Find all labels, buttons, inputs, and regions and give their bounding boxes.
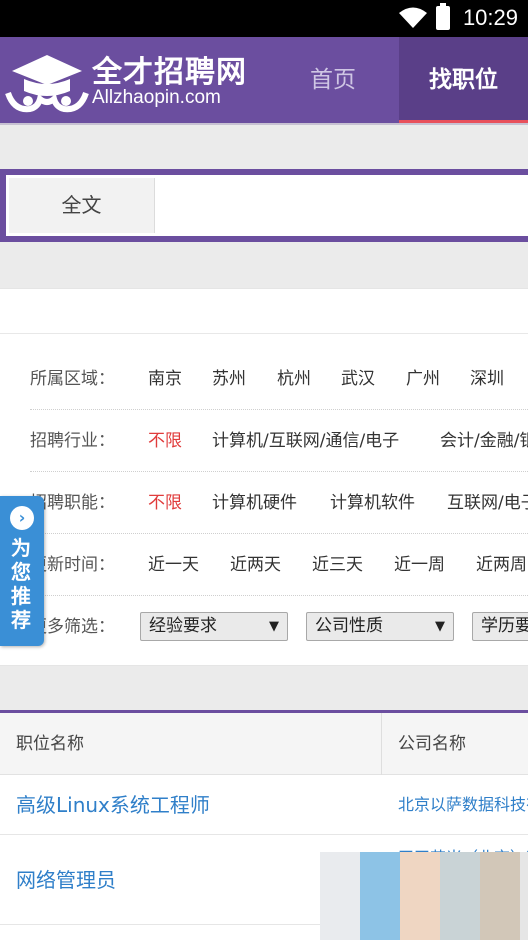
filter-label-area: 所属区域： — [30, 369, 115, 389]
time-option[interactable]: 近三天 — [312, 534, 363, 595]
blurred-overlay — [440, 852, 480, 940]
area-option[interactable]: 杭州 — [277, 348, 311, 409]
experience-select-value: 经验要求 — [149, 616, 217, 636]
filter-list: 所属区域： 南京 苏州 杭州 武汉 广州 深圳 招聘行业： 不限 计算机/互联网… — [0, 333, 528, 641]
function-option[interactable]: 计算机软件 — [330, 472, 415, 533]
column-job-title: 职位名称 — [16, 734, 84, 754]
education-select[interactable]: 学历要求 — [472, 612, 528, 641]
chevron-right-icon: › — [10, 506, 34, 530]
company-type-select-value: 公司性质 — [315, 616, 383, 636]
logo-text-en: Allzhaopin.com — [92, 87, 221, 108]
job-title-link[interactable]: 高级Linux系统工程师 — [16, 775, 210, 834]
column-company: 公司名称 — [398, 734, 466, 754]
dropdown-arrow-icon: ▼ — [435, 619, 445, 634]
dropdown-arrow-icon: ▼ — [269, 619, 279, 634]
education-select-value: 学历要求 — [481, 616, 528, 636]
area-option[interactable]: 南京 — [148, 348, 182, 409]
status-time: 10:29 — [462, 5, 518, 30]
recommend-side-tab[interactable]: › 为您推荐 — [0, 496, 44, 646]
filter-panel: 所属区域： 南京 苏州 杭州 武汉 广州 深圳 招聘行业： 不限 计算机/互联网… — [0, 288, 528, 666]
filter-row-area: 所属区域： 南京 苏州 杭州 武汉 广州 深圳 — [30, 348, 528, 410]
time-option[interactable]: 近两天 — [230, 534, 281, 595]
time-option[interactable]: 近一天 — [148, 534, 199, 595]
function-option[interactable]: 互联网/电子商务 — [447, 472, 528, 533]
nav-find-job-tab[interactable]: 找职位 — [399, 37, 528, 123]
blurred-overlay — [320, 852, 360, 940]
company-type-select[interactable]: 公司性质 ▼ — [306, 612, 454, 641]
status-bar: 10:29 — [0, 0, 528, 37]
area-option[interactable]: 苏州 — [212, 348, 246, 409]
function-option-all[interactable]: 不限 — [148, 472, 182, 533]
area-option[interactable]: 广州 — [406, 348, 440, 409]
logo-mascot-icon — [5, 55, 89, 113]
area-option[interactable]: 武汉 — [341, 348, 375, 409]
search-bar: 全文 — [0, 169, 528, 242]
filter-row-more: 更多筛选： 经验要求 ▼ 公司性质 ▼ 学历要求 — [30, 596, 528, 658]
job-title-link[interactable]: 网络管理员 — [16, 835, 116, 924]
filter-label-industry: 招聘行业： — [30, 431, 115, 451]
blurred-overlay — [400, 852, 440, 940]
filter-row-industry: 招聘行业： 不限 计算机/互联网/通信/电子 会计/金融/银行/保险 — [30, 410, 528, 472]
blurred-overlay — [480, 852, 520, 940]
table-row[interactable]: 高级Linux系统工程师 北京以萨数据科技有限公司 — [0, 775, 528, 835]
site-logo[interactable]: 全才招聘网 Allzhaopin.com — [4, 47, 254, 117]
industry-option[interactable]: 会计/金融/银行/保险 — [440, 410, 528, 471]
industry-option[interactable]: 计算机/互联网/通信/电子 — [212, 410, 399, 471]
filter-row-function: 招聘职能： 不限 计算机硬件 计算机软件 互联网/电子商务 — [30, 472, 528, 534]
industry-option-all[interactable]: 不限 — [148, 410, 182, 471]
table-header: 职位名称 公司名称 — [0, 713, 528, 775]
blurred-overlay — [520, 852, 528, 940]
column-divider — [381, 713, 382, 775]
recommend-label: 为您推荐 — [11, 536, 31, 632]
time-option[interactable]: 近两周 — [476, 534, 527, 595]
blurred-overlay — [360, 852, 400, 940]
experience-select[interactable]: 经验要求 ▼ — [140, 612, 288, 641]
wifi-icon — [399, 7, 427, 28]
search-type-button[interactable]: 全文 — [9, 178, 155, 233]
nav-home-tab[interactable]: 首页 — [278, 37, 388, 123]
company-name-link[interactable]: 北京以萨数据科技有限公司 — [398, 775, 528, 834]
filter-row-time: 更新时间： 近一天 近两天 近三天 近一周 近两周 — [30, 534, 528, 596]
area-option[interactable]: 深圳 — [470, 348, 504, 409]
function-option[interactable]: 计算机硬件 — [212, 472, 297, 533]
battery-icon — [436, 3, 450, 30]
search-input[interactable] — [156, 175, 528, 236]
time-option[interactable]: 近一周 — [394, 534, 445, 595]
app-header: 全才招聘网 Allzhaopin.com 首页 找职位 — [0, 37, 528, 125]
logo-text-cn: 全才招聘网 — [92, 55, 247, 90]
search-box: 全文 — [6, 175, 528, 236]
